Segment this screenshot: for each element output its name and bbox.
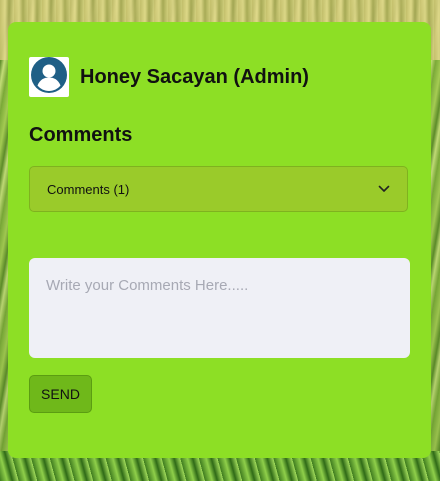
comments-accordion[interactable]: Comments (1) [29, 166, 408, 212]
chevron-down-icon [377, 182, 391, 196]
user-avatar-icon [31, 56, 67, 98]
avatar [29, 56, 69, 98]
comments-title: Comments [29, 124, 133, 146]
comment-input[interactable] [29, 258, 410, 358]
comment-card: Honey Sacayan (Admin) Comments Comments … [8, 22, 431, 458]
send-button[interactable]: SEND [29, 375, 92, 413]
comments-accordion-label: Comments (1) [47, 181, 130, 197]
user-name: Honey Sacayan (Admin) [80, 65, 309, 88]
user-header: Honey Sacayan (Admin) [29, 56, 309, 98]
